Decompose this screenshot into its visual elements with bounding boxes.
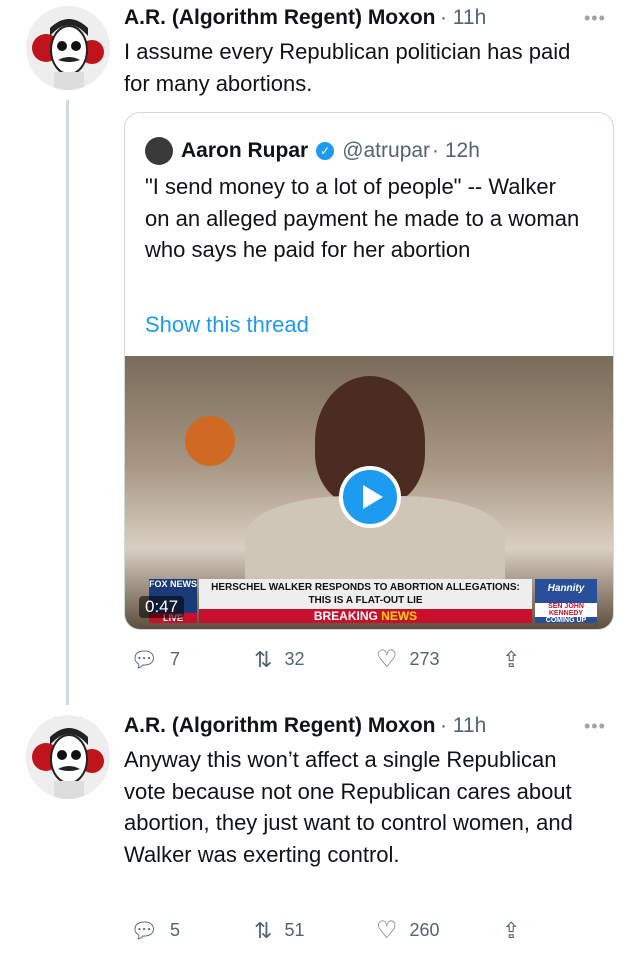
show-thread-link[interactable]: Show this thread xyxy=(145,309,309,341)
chyron-line1: HERSCHEL WALKER RESPONDS TO ABORTION ALL… xyxy=(211,582,520,593)
author-name[interactable]: A.R. (Algorithm Regent) Moxon xyxy=(124,6,435,29)
reply-count: 5 xyxy=(169,920,180,940)
more-options-icon[interactable]: ••• xyxy=(584,716,606,737)
news-label: NEWS xyxy=(381,609,418,623)
tweet-text: I assume every Republican politician has… xyxy=(124,39,571,96)
upnext-label: SEN JOHN KENNEDY xyxy=(535,603,597,617)
play-icon xyxy=(362,485,383,509)
reply-button[interactable]: 💬︎ 7 xyxy=(130,647,254,673)
timestamp[interactable]: · 11h xyxy=(440,714,486,737)
reply-count: 7 xyxy=(169,649,180,669)
video-duration: 0:47 xyxy=(139,596,185,618)
quote-time: · 12h xyxy=(432,139,480,162)
quote-author: Aaron Rupar xyxy=(181,139,309,162)
quote-text: "I send money to a lot of people" -- Wal… xyxy=(145,174,580,262)
retweet-button[interactable]: ⇅ 51 xyxy=(254,918,376,944)
timestamp[interactable]: · 11h xyxy=(440,6,486,29)
thread-line xyxy=(66,100,69,705)
heart-icon: ♡ xyxy=(376,646,398,673)
share-icon: ⇪ xyxy=(502,646,521,672)
reply-icon: 💬︎ xyxy=(130,917,158,943)
like-button[interactable]: ♡ 273 xyxy=(376,645,502,674)
avatar[interactable] xyxy=(26,715,110,799)
chyron: FOX NEWS LIVE HERSCHEL WALKER RESPONDS TO… xyxy=(149,579,597,624)
share-button[interactable]: ⇪ xyxy=(502,918,520,944)
reply-button[interactable]: 💬︎ 5 xyxy=(130,918,254,944)
quote-tweet[interactable]: Aaron Rupar ✓ @atrupar · 12h "I send mon… xyxy=(124,112,614,630)
verified-icon: ✓ xyxy=(316,142,335,160)
author-name[interactable]: A.R. (Algorithm Regent) Moxon xyxy=(124,714,435,737)
more-options-icon[interactable]: ••• xyxy=(584,8,606,29)
play-button[interactable] xyxy=(339,466,401,528)
like-count: 260 xyxy=(409,920,440,940)
share-icon: ⇪ xyxy=(502,917,521,943)
quote-avatar xyxy=(145,137,173,165)
show-label: Hannity xyxy=(547,583,585,594)
retweet-button[interactable]: ⇅ 32 xyxy=(254,647,376,673)
coming-label: COMING UP xyxy=(545,617,587,624)
like-count: 273 xyxy=(409,649,440,669)
avatar[interactable] xyxy=(26,6,110,90)
reply-icon: 💬︎ xyxy=(130,646,158,672)
retweet-icon: ⇅ xyxy=(254,646,273,672)
share-button[interactable]: ⇪ xyxy=(502,647,520,673)
tweet-actions: 💬︎ 5 ⇅ 51 ♡ 260 ⇪ xyxy=(130,916,550,945)
heart-icon: ♡ xyxy=(376,917,398,944)
retweet-count: 32 xyxy=(284,649,305,669)
like-button[interactable]: ♡ 260 xyxy=(376,916,502,945)
tweet-actions: 💬︎ 7 ⇅ 32 ♡ 273 ⇪ xyxy=(130,645,550,674)
breaking-label: BREAKING xyxy=(313,609,378,623)
quote-handle: @atrupar xyxy=(342,139,431,162)
network-logo: FOX NEWS xyxy=(149,579,198,589)
video-player[interactable]: FOX NEWS LIVE HERSCHEL WALKER RESPONDS TO… xyxy=(125,356,613,629)
retweet-icon: ⇅ xyxy=(254,917,273,943)
chyron-line2: THIS IS A FLAT-OUT LIE xyxy=(308,595,423,606)
tweet-text: Anyway this won’t affect a single Republ… xyxy=(124,747,573,867)
retweet-count: 51 xyxy=(284,920,305,940)
